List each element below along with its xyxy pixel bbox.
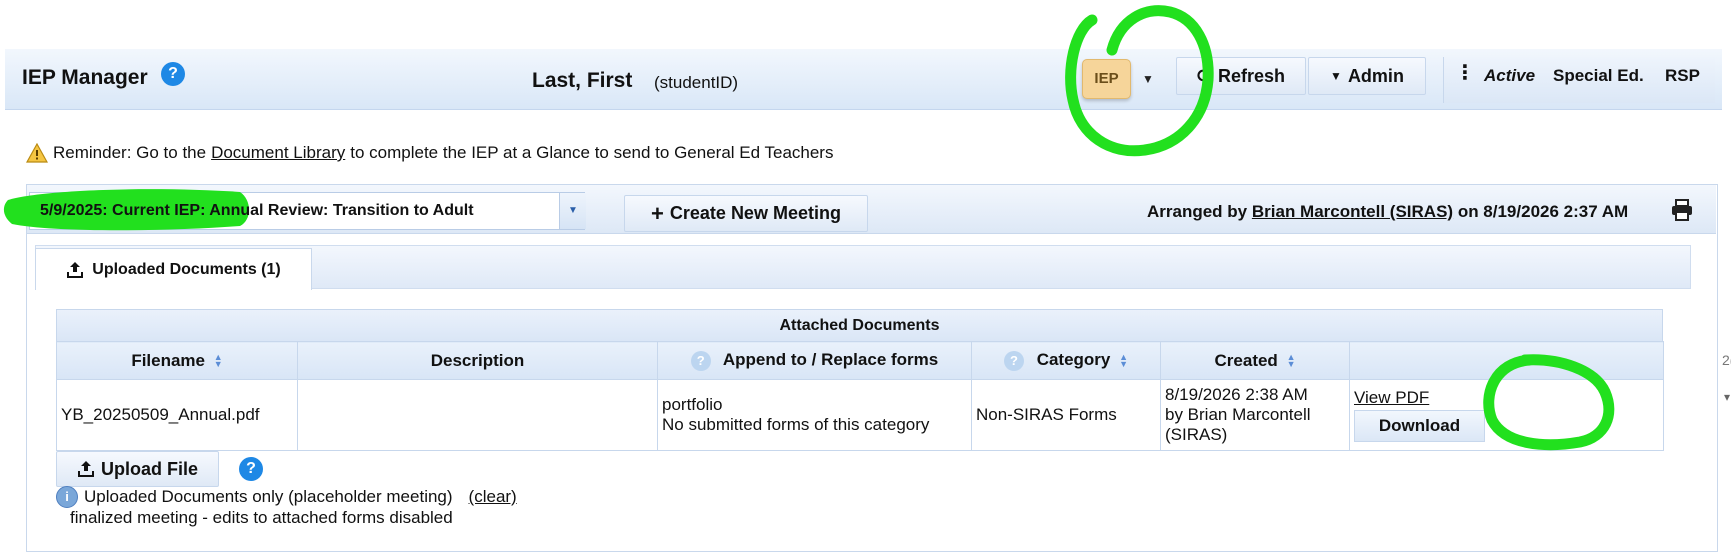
download-button[interactable]: Download bbox=[1354, 410, 1485, 442]
caret-down-icon[interactable]: ▼ bbox=[1142, 72, 1154, 86]
student-name: Last, First bbox=[532, 69, 633, 92]
cell-append: portfolio No submitted forms of this cat… bbox=[657, 379, 972, 451]
meeting-select-value: 5/9/2025: Current IEP: Annual Review: Tr… bbox=[40, 202, 474, 219]
question-icon[interactable]: ? bbox=[1003, 350, 1024, 371]
column-header-description: Description bbox=[297, 341, 658, 380]
upload-icon bbox=[67, 261, 84, 278]
info-icon: i bbox=[56, 486, 78, 508]
arranged-suffix: on 8/19/2026 2:37 AM bbox=[1457, 202, 1629, 221]
sort-icon[interactable]: ▲ ▼ bbox=[1287, 353, 1296, 369]
column-header-actions bbox=[1349, 341, 1664, 380]
tab-label: Uploaded Documents (1) bbox=[92, 260, 281, 278]
question-icon[interactable]: ? bbox=[690, 350, 711, 371]
admin-menu-button[interactable]: ▼ Admin bbox=[1308, 57, 1426, 95]
document-library-link[interactable]: Document Library bbox=[211, 143, 345, 163]
table-row: YB_20250509_Annual.pdf portfolio No subm… bbox=[56, 379, 1664, 451]
cell-filename: YB_20250509_Annual.pdf bbox=[56, 379, 298, 451]
upload-file-label: Upload File bbox=[100, 458, 198, 479]
offscreen-caret: ▾ bbox=[1724, 390, 1731, 404]
status-rsp: RSP bbox=[1665, 66, 1700, 85]
notice-text: Uploaded Documents only (placeholder mee… bbox=[84, 487, 453, 506]
app-title: IEP Manager bbox=[22, 66, 148, 89]
cell-description bbox=[297, 379, 658, 451]
status-program: Special Ed. bbox=[1553, 66, 1644, 85]
plus-icon: + bbox=[651, 200, 664, 226]
arranged-by-link[interactable]: Brian Marcontell (SIRAS) bbox=[1252, 202, 1453, 221]
upload-icon bbox=[77, 461, 94, 477]
column-header-category[interactable]: ? Category ▲ ▼ bbox=[971, 341, 1161, 380]
finalized-notice: finalized meeting - edits to attached fo… bbox=[70, 508, 453, 527]
help-icon[interactable]: ? bbox=[161, 62, 185, 86]
print-icon[interactable] bbox=[1670, 199, 1694, 221]
status-active: Active bbox=[1484, 66, 1536, 85]
documents-table: Filename ▲ ▼ Description ? Append to / Re… bbox=[56, 341, 1664, 451]
reminder-message: Reminder: Go to the Document Library to … bbox=[26, 143, 833, 163]
warning-icon bbox=[26, 143, 48, 163]
reminder-prefix: Reminder: Go to the bbox=[53, 143, 207, 162]
table-header-row: Filename ▲ ▼ Description ? Append to / Re… bbox=[56, 341, 1664, 380]
attached-documents-title: Attached Documents bbox=[56, 309, 1663, 342]
cell-category: Non-SIRAS Forms bbox=[971, 379, 1161, 451]
view-pdf-link[interactable]: View PDF bbox=[1354, 388, 1429, 407]
placeholder-notice: i Uploaded Documents only (placeholder m… bbox=[56, 486, 517, 508]
cell-created: 8/19/2026 2:38 AM by Brian Marcontell (S… bbox=[1160, 379, 1350, 451]
cell-actions: View PDF Download bbox=[1349, 379, 1664, 451]
refresh-icon: ⟳ bbox=[1196, 65, 1213, 86]
caret-down-icon[interactable]: ▼ bbox=[559, 193, 586, 229]
create-meeting-label: Create New Meeting bbox=[669, 203, 841, 223]
tab-uploaded-documents[interactable]: Uploaded Documents (1) bbox=[35, 248, 312, 290]
student-id: (studentID) bbox=[654, 73, 739, 92]
clear-link[interactable]: (clear) bbox=[469, 487, 517, 507]
upload-file-button[interactable]: Upload File bbox=[56, 451, 219, 487]
admin-label: Admin bbox=[1347, 65, 1404, 86]
sort-icon[interactable]: ▲ ▼ bbox=[1119, 352, 1128, 368]
caret-down-icon: ▼ bbox=[1330, 69, 1342, 83]
kebab-icon[interactable]: ⋮ bbox=[1455, 60, 1475, 85]
iep-folder-button[interactable]: IEP bbox=[1082, 59, 1131, 99]
column-header-filename[interactable]: Filename ▲ ▼ bbox=[56, 341, 298, 380]
reminder-suffix: to complete the IEP at a Glance to send … bbox=[350, 143, 834, 162]
offscreen-fragment: 2( bbox=[1722, 352, 1731, 368]
arranged-by: Arranged by Brian Marcontell (SIRAS) on … bbox=[1147, 202, 1628, 222]
create-new-meeting-button[interactable]: + Create New Meeting bbox=[624, 195, 868, 232]
column-header-created[interactable]: Created ▲ ▼ bbox=[1160, 341, 1350, 380]
help-icon[interactable]: ? bbox=[239, 457, 263, 481]
sort-icon[interactable]: ▲ ▼ bbox=[214, 353, 223, 369]
refresh-button[interactable]: ⟳ Refresh bbox=[1176, 57, 1306, 95]
refresh-label: Refresh bbox=[1218, 65, 1286, 86]
column-header-append: ? Append to / Replace forms bbox=[657, 341, 972, 380]
arranged-prefix: Arranged by bbox=[1147, 202, 1248, 221]
